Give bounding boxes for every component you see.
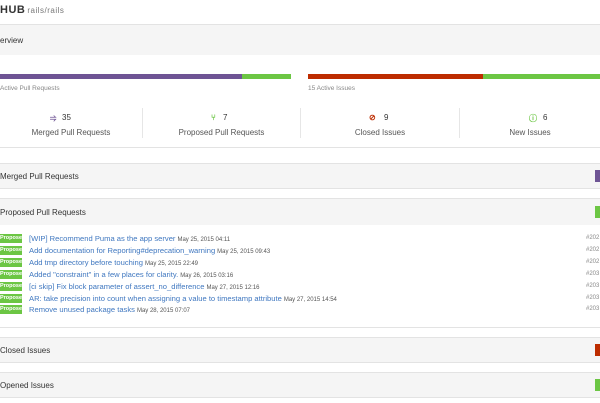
brand-name: HUB	[0, 4, 26, 16]
pull-request-date: May 28, 2015 07:07	[136, 308, 190, 315]
list-item: Proposed [ci skip] Fix block parameter of…	[0, 281, 600, 292]
merge-icon: ⥤	[50, 113, 57, 122]
section-title: Proposed Pull Requests	[0, 208, 86, 217]
pull-request-title: [ci skip] Fix block parameter of assert_…	[29, 281, 205, 291]
pull-request-title: [WIP] Recommend Puma as the app server	[29, 234, 176, 243]
proposed-badge: Proposed	[0, 245, 22, 255]
closed-issue-icon: ⊘	[369, 113, 376, 122]
new-issue-icon: ⓘ	[529, 114, 537, 123]
stat-label: Merged Pull Requests	[31, 128, 111, 137]
stat-label: New Issues	[509, 128, 551, 137]
pull-request-link[interactable]: AR: take precision into count when assig…	[29, 294, 337, 303]
closed-section-header[interactable]: Closed Issues	[0, 338, 600, 362]
closed-issues-panel: Closed Issues	[0, 337, 600, 363]
pull-request-number[interactable]: #203	[586, 271, 599, 277]
stat-count: 6	[543, 113, 548, 122]
list-item: Proposed Add documentation for Reporting#…	[0, 245, 600, 256]
pull-request-date: May 25, 2015 22:49	[144, 260, 199, 267]
pull-request-link[interactable]: Added "constraint" in a few places for c…	[29, 270, 233, 279]
list-item: Proposed Remove unused package tasksMay 2…	[0, 304, 600, 315]
list-item: Proposed AR: take precision into count wh…	[0, 293, 600, 304]
stat-count: 35	[62, 113, 71, 122]
pull-request-title: Add documentation for Reporting#deprecat…	[29, 245, 216, 255]
pull-request-number[interactable]: #203	[586, 295, 599, 301]
section-title: Merged Pull Requests	[0, 172, 79, 181]
stat-closed-issues[interactable]: ⊘ 9 Closed Issues	[301, 104, 459, 142]
list-item: Proposed Add tmp directory before touchin…	[0, 257, 600, 268]
section-title: Opened Issues	[0, 381, 54, 390]
stat-merged-pull-requests[interactable]: ⥤ 35 Merged Pull Requests	[0, 104, 142, 142]
proposed-badge: Proposed	[0, 281, 22, 291]
stat-count: 9	[384, 113, 389, 122]
pull-request-date: May 27, 2015 14:54	[283, 296, 337, 303]
stat-count: 7	[223, 113, 228, 122]
merged-pull-requests-panel: Merged Pull Requests	[0, 163, 600, 189]
issues-new-bar	[483, 74, 600, 79]
pull-request-date: May 27, 2015 12:16	[206, 284, 260, 291]
proposed-badge: Proposed	[0, 257, 22, 267]
pull-request-link[interactable]: Add tmp directory before touching May 25,…	[29, 258, 198, 267]
section-title: Closed Issues	[0, 346, 51, 355]
stat-label: Proposed Pull Requests	[178, 128, 265, 137]
pull-requests-proposed-bar	[242, 74, 291, 79]
pull-request-date: May 25, 2015 09:43	[217, 248, 271, 255]
closed-count-badge	[595, 344, 600, 356]
pull-request-link[interactable]: [ci skip] Fix block parameter of assert_…	[29, 282, 260, 291]
proposed-badge: Proposed	[0, 293, 22, 303]
proposed-badge: Proposed	[0, 269, 22, 279]
list-item: Proposed Added "constraint" in a few plac…	[0, 269, 600, 280]
pull-request-link[interactable]: Remove unused package tasks May 28, 2015 …	[29, 305, 190, 314]
pull-request-number[interactable]: #203	[586, 283, 599, 289]
pull-request-number[interactable]: #203	[586, 306, 599, 312]
repo-name: rails/rails	[27, 6, 65, 15]
pull-request-link[interactable]: Add documentation for Reporting#deprecat…	[29, 246, 270, 255]
stat-proposed-pull-requests[interactable]: ⑂ 7 Proposed Pull Requests	[143, 104, 300, 142]
opened-section-header[interactable]: Opened Issues	[0, 373, 600, 397]
merged-count-badge	[595, 170, 600, 182]
overview-header: erview	[0, 25, 600, 55]
pull-request-title: Added "constraint" in a few places for c…	[29, 269, 179, 279]
proposed-badge: Proposed	[0, 234, 22, 243]
pull-request-number[interactable]: #202	[586, 235, 599, 241]
pull-request-date: May 26, 2015 03:16	[180, 272, 234, 279]
stat-label: Closed Issues	[354, 128, 406, 137]
pull-request-title: Add tmp directory before touching	[29, 257, 143, 267]
pull-request-date: May 25, 2015 04:11	[177, 237, 231, 243]
opened-issues-panel: Opened Issues	[0, 372, 600, 398]
proposed-section-header[interactable]: Proposed Pull Requests	[0, 199, 600, 225]
issues-closed-bar	[308, 74, 483, 79]
pull-request-title: Remove unused package tasks	[29, 305, 135, 315]
pull-request-number[interactable]: #202	[586, 247, 599, 253]
overview-title: erview	[0, 36, 24, 45]
active-pull-requests-label: Active Pull Requests	[0, 85, 60, 92]
proposed-badge: Proposed	[0, 305, 22, 315]
pull-requests-merged-bar	[0, 74, 242, 79]
opened-count-badge	[595, 379, 600, 391]
proposed-count-badge	[595, 206, 600, 218]
merged-section-header[interactable]: Merged Pull Requests	[0, 164, 600, 188]
pull-request-icon: ⑂	[211, 113, 216, 122]
pull-request-number[interactable]: #202	[586, 259, 599, 265]
app-brand[interactable]: HUB rails/rails	[0, 4, 64, 16]
pull-request-title: AR: take precision into count when assig…	[29, 293, 282, 303]
pull-request-link[interactable]: [WIP] Recommend Puma as the app server Ma…	[29, 234, 230, 243]
top-bar: HUB rails/rails	[0, 0, 600, 22]
active-issues-label: 15 Active Issues	[308, 85, 355, 92]
stat-new-issues[interactable]: ⓘ 6 New Issues	[460, 104, 600, 142]
list-item: Proposed [WIP] Recommend Puma as the app …	[0, 233, 600, 244]
